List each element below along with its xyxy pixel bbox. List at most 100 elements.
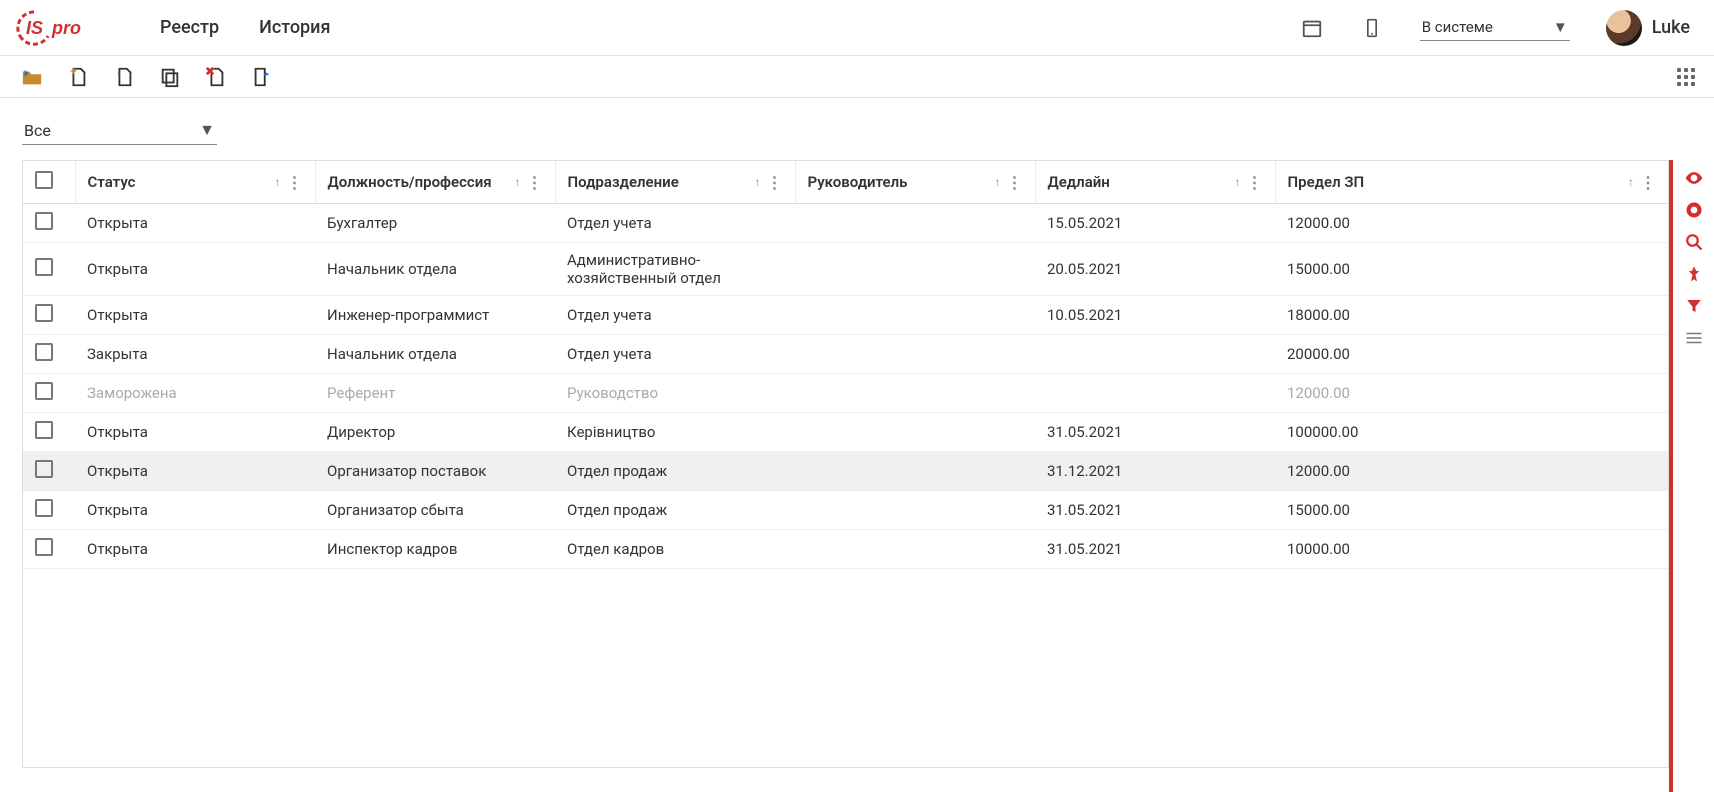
col-header-deadline[interactable]: Дедлайн↑⋮ [1035,161,1275,204]
sort-arrow-icon[interactable]: ↑ [1628,175,1634,189]
row-checkbox[interactable] [35,538,53,556]
col-menu-icon[interactable]: ⋮ [527,173,543,192]
row-checkbox[interactable] [35,421,53,439]
app-logo: IS pro [16,10,100,46]
cell-dept: Отдел кадров [555,530,795,569]
username-label: Luke [1652,17,1690,38]
copy-doc-button[interactable] [156,63,184,91]
col-header-status[interactable]: Статус↑⋮ [75,161,315,204]
cell-status: Открыта [75,491,315,530]
mobile-icon[interactable] [1360,16,1384,40]
filter-select[interactable]: Все ▼ [22,116,217,145]
sort-arrow-icon[interactable]: ↑ [755,175,761,189]
sort-arrow-icon[interactable]: ↑ [1235,175,1241,189]
row-checkbox[interactable] [35,343,53,361]
col-menu-icon[interactable]: ⋮ [1247,173,1263,192]
cell-deadline [1035,335,1275,374]
row-checkbox[interactable] [35,499,53,517]
filter-bar: Все ▼ [0,98,1714,155]
cell-deadline: 31.05.2021 [1035,491,1275,530]
eye-icon[interactable] [1682,166,1706,190]
target-icon[interactable] [1682,198,1706,222]
cell-dept: Керівництво [555,413,795,452]
sort-arrow-icon[interactable]: ↑ [515,175,521,189]
cell-status: Заморожена [75,374,315,413]
cell-mgr [795,296,1035,335]
layout-grip-icon[interactable] [1676,67,1696,87]
cell-dept: Отдел продаж [555,452,795,491]
calendar-icon[interactable] [1300,16,1324,40]
row-checkbox[interactable] [35,460,53,478]
list-icon[interactable] [1682,326,1706,350]
export-doc-button[interactable] [248,63,276,91]
app-header: IS pro Реестр История В системе ▼ Luke [0,0,1714,56]
col-menu-icon[interactable]: ⋮ [1640,173,1656,192]
table-row[interactable]: ЗамороженаРеферентРуководство12000.00 [23,374,1668,413]
col-header-mgr[interactable]: Руководитель↑⋮ [795,161,1035,204]
cell-mgr [795,374,1035,413]
cell-deadline: 20.05.2021 [1035,243,1275,296]
cell-dept: Отдел учета [555,335,795,374]
table-row[interactable]: ОткрытаОрганизатор поставокОтдел продаж 3… [23,452,1668,491]
cell-dept: Руководство [555,374,795,413]
row-checkbox[interactable] [35,258,53,276]
search-icon[interactable] [1682,230,1706,254]
col-header-dept[interactable]: Подразделение↑⋮ [555,161,795,204]
col-header-salary[interactable]: Предел ЗП↑⋮ [1275,161,1668,204]
open-folder-button[interactable] [18,63,46,91]
cell-mgr [795,491,1035,530]
cell-dept: Отдел продаж [555,491,795,530]
cell-salary: 15000.00 [1275,491,1668,530]
sort-arrow-icon[interactable]: ↑ [275,175,281,189]
delete-doc-button[interactable] [202,63,230,91]
select-all-checkbox[interactable] [35,171,53,189]
nav-history[interactable]: История [259,17,330,38]
cell-salary: 100000.00 [1275,413,1668,452]
table-row[interactable]: ЗакрытаНачальник отделаОтдел учета20000.… [23,335,1668,374]
sort-arrow-icon[interactable]: ↑ [995,175,1001,189]
user-avatar[interactable] [1606,10,1642,46]
cell-mgr [795,204,1035,243]
table-row[interactable]: ОткрытаИнспектор кадровОтдел кадров31.05… [23,530,1668,569]
table-header-row: Статус↑⋮ Должность/профессия↑⋮ Подраздел… [23,161,1668,204]
cell-position: Инспектор кадров [315,530,555,569]
col-menu-icon[interactable]: ⋮ [287,173,303,192]
cell-status: Открыта [75,243,315,296]
cell-status: Открыта [75,452,315,491]
cell-position: Начальник отдела [315,243,555,296]
cell-deadline: 10.05.2021 [1035,296,1275,335]
table-row[interactable]: ОткрытаДиректорКерівництво31.05.20211000… [23,413,1668,452]
svg-text:IS: IS [26,18,43,38]
cell-position: Организатор поставок [315,452,555,491]
table-row[interactable]: ОткрытаОрганизатор сбытаОтдел продаж31.0… [23,491,1668,530]
svg-text:pro: pro [51,18,81,38]
col-menu-icon[interactable]: ⋮ [767,173,783,192]
cell-mgr [795,335,1035,374]
filter-icon[interactable] [1682,294,1706,318]
cell-deadline: 15.05.2021 [1035,204,1275,243]
cell-status: Закрыта [75,335,315,374]
cell-deadline: 31.12.2021 [1035,452,1275,491]
chevron-down-icon: ▼ [199,120,215,140]
pin-icon[interactable] [1682,262,1706,286]
row-checkbox[interactable] [35,382,53,400]
presence-select[interactable]: В системе ▼ [1420,14,1570,41]
new-doc-button[interactable]: ✦ [64,63,92,91]
cell-deadline [1035,374,1275,413]
cell-position: Бухгалтер [315,204,555,243]
cell-status: Открыта [75,530,315,569]
nav-registry[interactable]: Реестр [160,17,219,38]
cell-mgr [795,243,1035,296]
cell-mgr [795,530,1035,569]
table-row[interactable]: ОткрытаБухгалтерОтдел учета15.05.2021120… [23,204,1668,243]
col-header-position[interactable]: Должность/профессия↑⋮ [315,161,555,204]
col-menu-icon[interactable]: ⋮ [1007,173,1023,192]
cell-salary: 15000.00 [1275,243,1668,296]
table-row[interactable]: ОткрытаИнженер-программистОтдел учета10.… [23,296,1668,335]
row-checkbox[interactable] [35,304,53,322]
row-checkbox[interactable] [35,212,53,230]
table-row[interactable]: ОткрытаНачальник отделаАдминистративно-х… [23,243,1668,296]
edit-doc-button[interactable] [110,63,138,91]
cell-salary: 10000.00 [1275,530,1668,569]
cell-salary: 12000.00 [1275,452,1668,491]
